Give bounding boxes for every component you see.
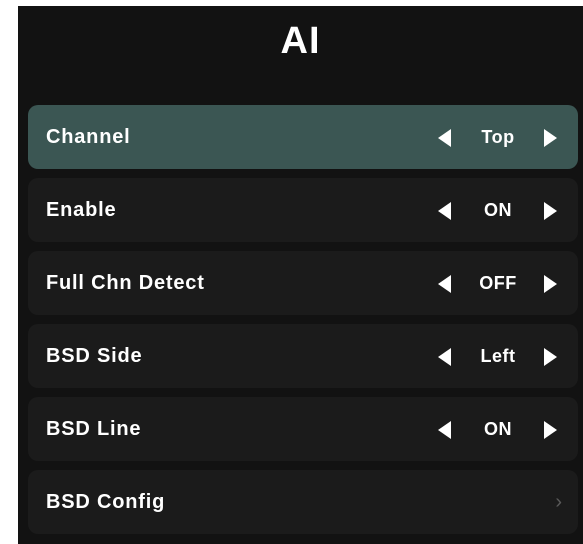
right-arrow-icon[interactable]	[544, 202, 557, 220]
right-arrow-icon[interactable]	[544, 421, 557, 439]
left-arrow-icon[interactable]	[438, 348, 451, 366]
menu-item-value: ON	[484, 419, 512, 439]
menu-item-label: Enable	[46, 199, 117, 221]
menu-item-full-chn-detect[interactable]: Full Chn Detect OFF	[28, 251, 578, 315]
menu-item-value: ON	[484, 200, 512, 220]
left-arrow-icon[interactable]	[438, 275, 451, 293]
menu-item-label: Channel	[46, 126, 131, 148]
menu-item-enable[interactable]: Enable ON	[28, 178, 578, 242]
left-arrow-icon[interactable]	[438, 129, 451, 147]
page-title: AI	[280, 20, 321, 62]
menu-item-value: Left	[480, 346, 516, 366]
menu-item-bsd-side[interactable]: BSD Side Left	[28, 324, 578, 388]
right-arrow-icon[interactable]	[544, 129, 557, 147]
ai-settings-screen: AI Channel Top Enable ON Full Chn Detect…	[18, 6, 583, 544]
menu-item-label: BSD Config	[46, 491, 166, 513]
chevron-right-icon: ›	[555, 491, 562, 513]
menu-item-value: Top	[481, 127, 515, 147]
menu-item-value: OFF	[479, 273, 517, 293]
menu-item-label: Full Chn Detect	[46, 272, 205, 294]
settings-menu: Channel Top Enable ON Full Chn Detect OF…	[28, 105, 578, 543]
left-arrow-icon[interactable]	[438, 421, 451, 439]
menu-item-channel[interactable]: Channel Top	[28, 105, 578, 169]
menu-item-label: BSD Side	[46, 345, 143, 367]
menu-item-bsd-config[interactable]: BSD Config ›	[28, 470, 578, 534]
right-arrow-icon[interactable]	[544, 348, 557, 366]
left-arrow-icon[interactable]	[438, 202, 451, 220]
menu-item-bsd-line[interactable]: BSD Line ON	[28, 397, 578, 461]
menu-item-label: BSD Line	[46, 418, 142, 440]
right-arrow-icon[interactable]	[544, 275, 557, 293]
